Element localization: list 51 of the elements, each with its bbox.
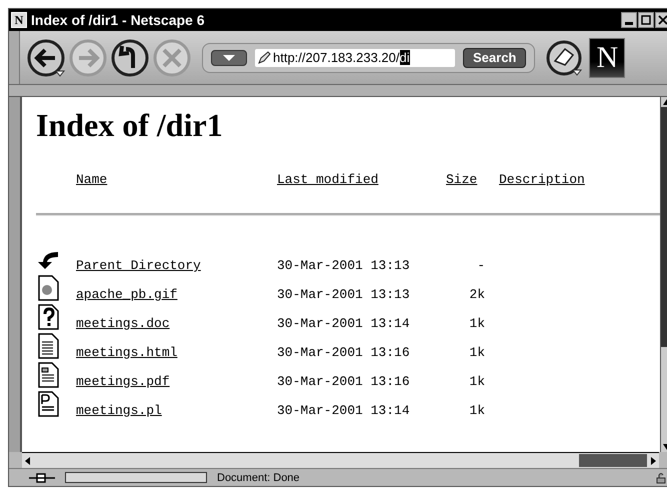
modified-date: 30-Mar-2001 13:16	[277, 374, 410, 389]
modified-date: 30-Mar-2001 13:14	[277, 403, 410, 418]
question-file-icon	[36, 304, 62, 330]
search-button[interactable]: Search	[463, 48, 526, 68]
lock-icon	[655, 472, 667, 484]
modified-date: 30-Mar-2001 13:16	[277, 345, 410, 360]
file-link[interactable]: meetings.pl	[62, 403, 162, 418]
document-icon	[36, 333, 62, 359]
url-field[interactable]: http://207.183.233.20/di	[255, 48, 455, 66]
file-size: 1k	[469, 374, 486, 389]
minimize-icon	[625, 22, 633, 24]
window-title: Index of /dir1 - Netscape 6	[31, 12, 206, 28]
horizontal-scrollbar[interactable]	[22, 452, 659, 468]
toolbar-grip[interactable]	[9, 31, 20, 84]
file-size: 2k	[469, 287, 486, 302]
file-link[interactable]: meetings.pdf	[62, 374, 170, 389]
status-text: Document: Done	[217, 472, 301, 484]
modified-date: 30-Mar-2001 13:13	[277, 258, 410, 273]
history-dropdown[interactable]	[211, 50, 247, 66]
file-size: 1k	[469, 345, 486, 360]
up-button[interactable]	[110, 38, 150, 78]
back-button[interactable]	[26, 38, 66, 78]
print-button[interactable]	[545, 38, 584, 76]
minimize-button[interactable]	[621, 12, 637, 28]
column-header-link[interactable]: Description	[495, 172, 660, 187]
modified-date: 30-Mar-2001 13:14	[277, 316, 410, 331]
close-button[interactable]	[655, 12, 667, 28]
page-heading: Index of /dir1	[36, 107, 224, 144]
file-size: -	[477, 258, 486, 273]
pencil-icon	[257, 50, 271, 64]
document-icon	[36, 391, 62, 417]
document-icon	[36, 362, 62, 388]
column-header-link[interactable]: Last modified	[277, 172, 378, 187]
maximize-icon	[641, 15, 651, 25]
scrollbar-thumb[interactable]	[579, 454, 647, 467]
file-link[interactable]: meetings.doc	[62, 316, 170, 331]
file-link[interactable]: meetings.html	[62, 345, 178, 360]
maximize-button[interactable]	[638, 12, 654, 28]
modified-date: 30-Mar-2001 13:13	[277, 287, 410, 302]
column-header-link[interactable]: Name	[62, 172, 108, 187]
file-link[interactable]: apache_pb.gif	[62, 287, 178, 302]
column-header-link[interactable]: Size	[427, 172, 488, 187]
close-icon	[658, 15, 667, 25]
connection-icon	[29, 472, 55, 484]
netscape-logo[interactable]: N	[589, 38, 626, 78]
app-logo: N	[11, 12, 27, 28]
file-size: 1k	[469, 316, 486, 331]
file-link[interactable]: Parent Directory	[62, 258, 201, 273]
caret-icon	[222, 54, 236, 62]
file-size: 1k	[469, 403, 486, 418]
image-file-icon	[36, 275, 62, 301]
